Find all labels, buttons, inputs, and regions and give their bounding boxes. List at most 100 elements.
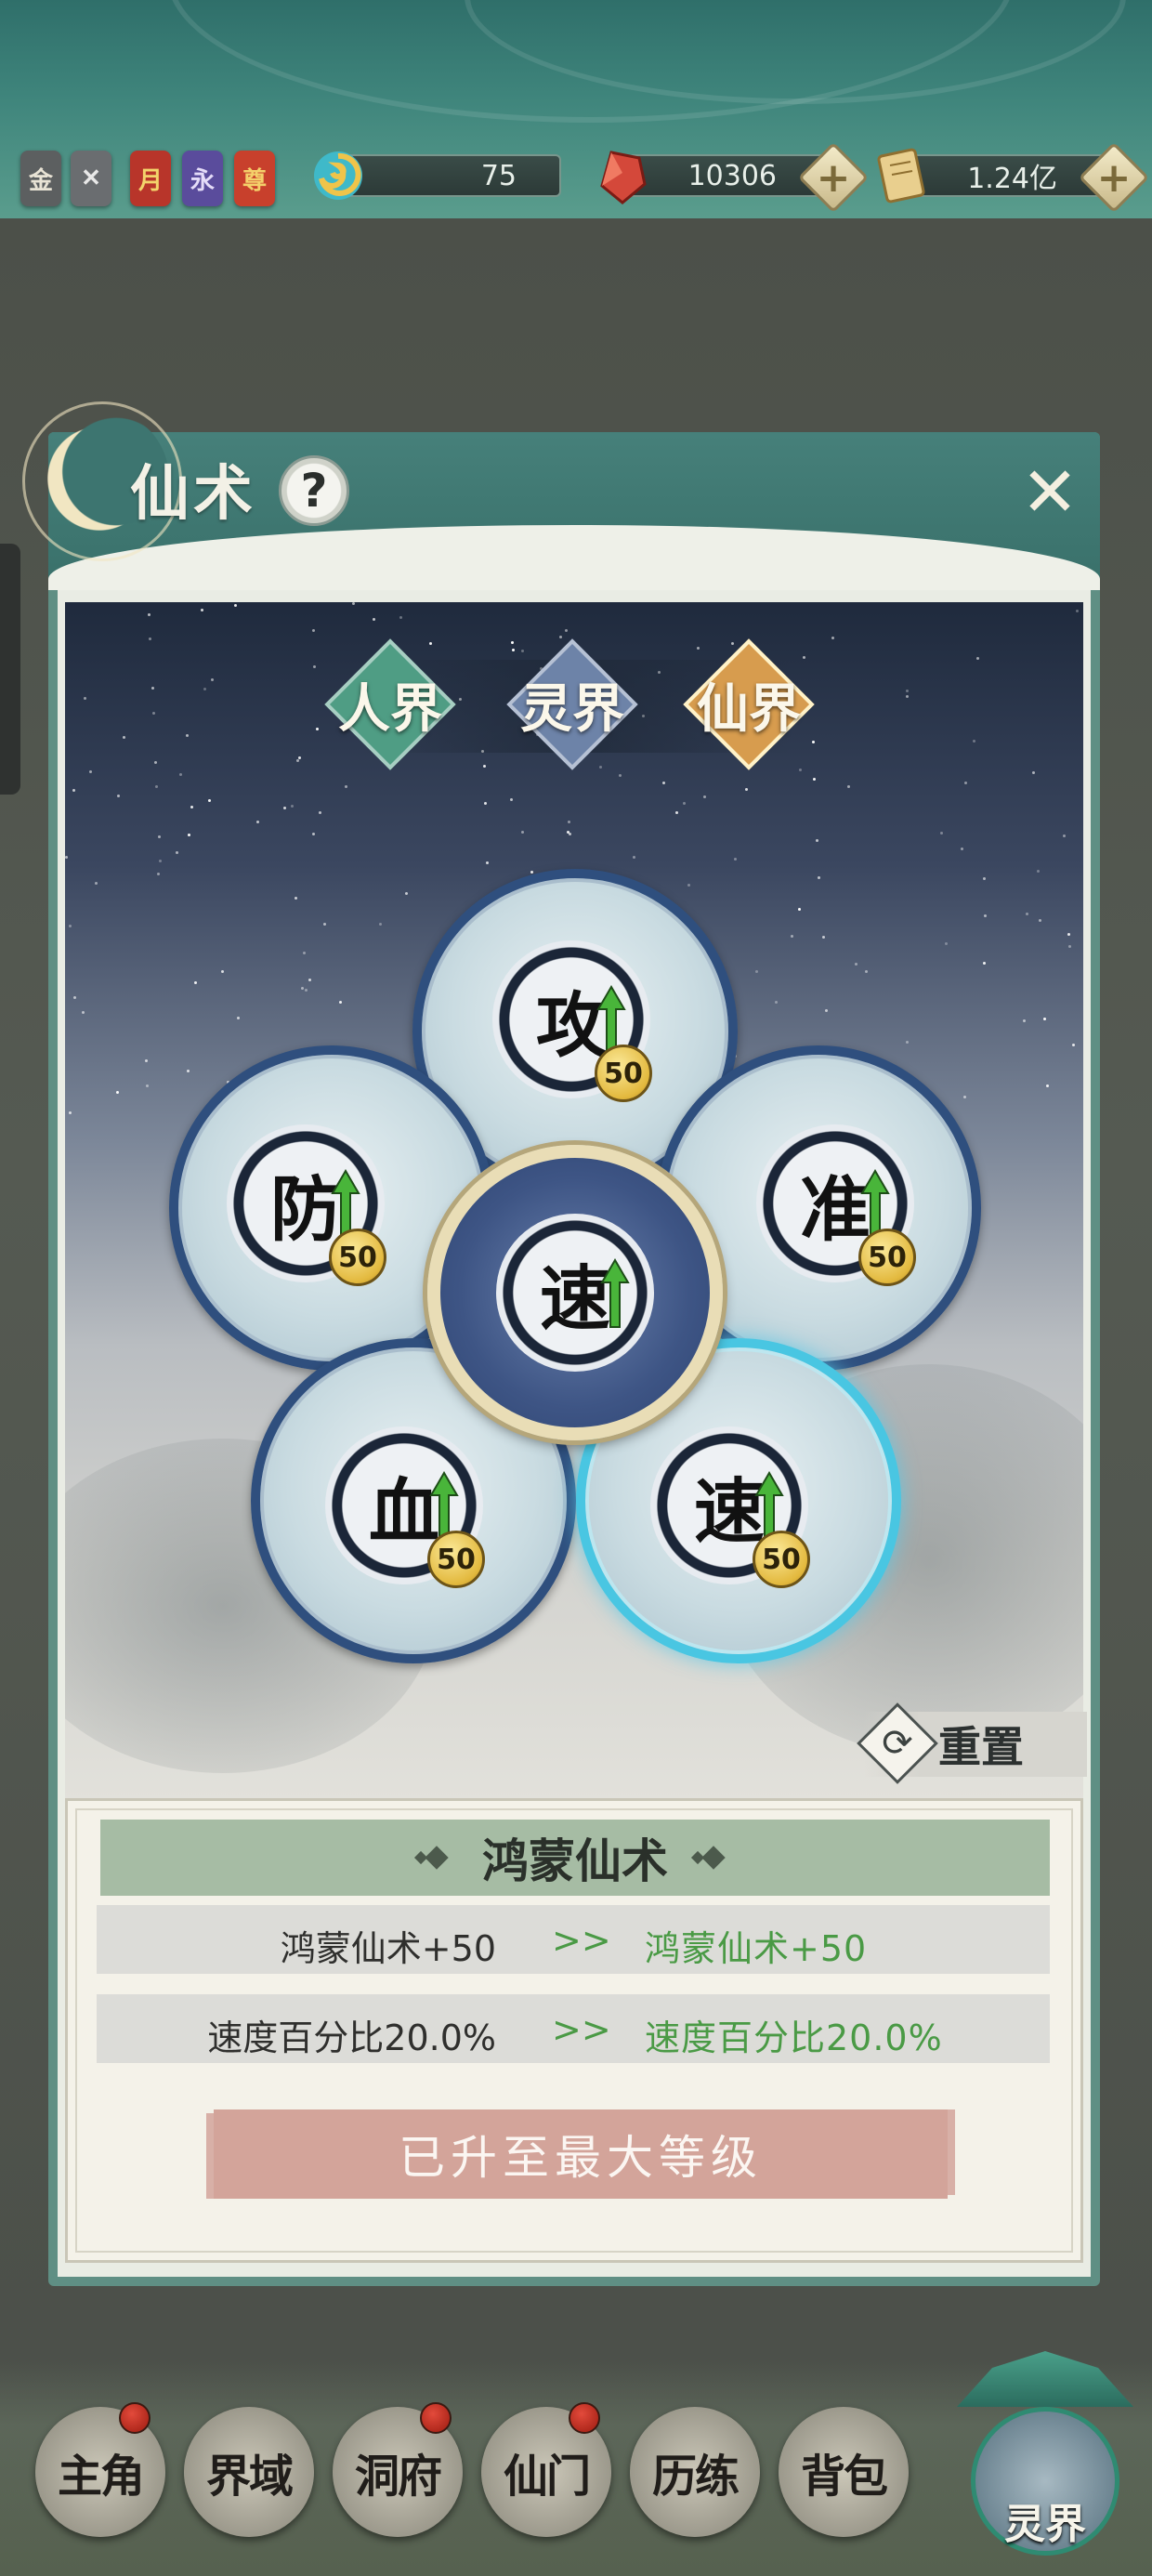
star-decor bbox=[237, 1016, 241, 1019]
star-decor bbox=[1063, 834, 1067, 837]
star-decor bbox=[300, 987, 304, 991]
center-core-node[interactable]: 速 bbox=[427, 1145, 723, 1440]
star-decor bbox=[568, 820, 571, 823]
star-decor bbox=[521, 831, 525, 834]
star-decor bbox=[906, 1041, 910, 1045]
star-decor bbox=[791, 934, 794, 938]
notification-dot bbox=[420, 2402, 452, 2434]
tab-immortal-realm[interactable]: 仙界 bbox=[683, 638, 815, 770]
reset-button[interactable]: ⟳ 重置 bbox=[857, 1702, 1087, 1784]
star-decor bbox=[187, 1070, 190, 1073]
nav-training[interactable]: 历练 bbox=[630, 2407, 760, 2537]
star-decor bbox=[1023, 1019, 1027, 1023]
upgrade-arrow-icon bbox=[600, 1258, 630, 1328]
star-decor bbox=[94, 881, 98, 885]
star-decor bbox=[151, 687, 154, 690]
star-decor bbox=[158, 860, 162, 863]
stat-row: 速度百分比20.0% >> 速度百分比20.0% bbox=[97, 1994, 1050, 2063]
star-decor bbox=[960, 847, 963, 850]
star-decor bbox=[962, 1095, 966, 1098]
buff-forever-card-icon[interactable]: 永 bbox=[182, 151, 223, 206]
star-decor bbox=[662, 782, 666, 785]
close-icon[interactable]: ✕ bbox=[1013, 453, 1087, 532]
star-decor bbox=[632, 855, 635, 859]
star-decor bbox=[1067, 932, 1071, 936]
star-decor bbox=[486, 861, 490, 864]
star-decor bbox=[144, 1059, 148, 1063]
star-decor bbox=[982, 961, 986, 965]
refresh-icon: ⟳ bbox=[857, 1702, 938, 1784]
spiral-jade-icon bbox=[314, 151, 362, 200]
buff-zun-card-icon[interactable]: 尊 bbox=[234, 151, 275, 206]
star-decor bbox=[976, 656, 980, 660]
star-decor bbox=[484, 801, 488, 805]
star-decor bbox=[122, 735, 125, 739]
nav-backpack[interactable]: 背包 bbox=[779, 2407, 909, 2537]
star-decor bbox=[203, 688, 206, 691]
add-spirit-stone-button[interactable]: + bbox=[797, 141, 870, 214]
star-decor bbox=[821, 935, 825, 939]
star-decor bbox=[373, 617, 376, 621]
buff-gold-icon[interactable]: 金 bbox=[20, 151, 61, 206]
stat-arrow: >> bbox=[552, 1920, 611, 1961]
skill-node-accuracy[interactable]: 准 50 bbox=[756, 1124, 916, 1286]
star-decor bbox=[1076, 609, 1080, 612]
star-decor bbox=[303, 952, 307, 955]
star-decor bbox=[117, 794, 121, 797]
tab-label: 灵界 bbox=[520, 677, 624, 740]
skill-node-speed[interactable]: 速 50 bbox=[650, 1426, 810, 1588]
stamina-counter: 75 bbox=[342, 154, 561, 197]
star-decor bbox=[200, 609, 203, 612]
diamond-ornament-icon bbox=[425, 1846, 449, 1870]
star-decor bbox=[619, 774, 622, 778]
star-decor bbox=[734, 858, 738, 861]
star-decor bbox=[210, 678, 214, 682]
star-decor bbox=[939, 832, 943, 835]
star-decor bbox=[73, 995, 77, 999]
max-level-button[interactable]: 已升至最大等级 bbox=[214, 2109, 948, 2199]
skill-node-attack[interactable]: 攻 50 bbox=[492, 940, 652, 1102]
stamina-value: 75 bbox=[480, 159, 517, 192]
star-decor bbox=[148, 612, 151, 616]
skill-name-header: 鸿蒙仙术 bbox=[100, 1820, 1050, 1896]
panel-title: 仙术 bbox=[130, 459, 256, 529]
side-drawer-handle[interactable] bbox=[0, 544, 20, 795]
red-crystal-icon bbox=[600, 151, 647, 204]
star-decor bbox=[89, 770, 93, 774]
tab-human-realm[interactable]: 人界 bbox=[324, 638, 456, 770]
star-decor bbox=[311, 833, 315, 836]
star-decor bbox=[831, 637, 835, 640]
level-badge: 50 bbox=[427, 1531, 485, 1588]
star-decor bbox=[155, 785, 159, 789]
realm-travel-button[interactable]: 灵界 bbox=[957, 2351, 1133, 2565]
star-decor bbox=[774, 1000, 778, 1004]
star-decor bbox=[818, 876, 821, 880]
star-decor bbox=[295, 896, 298, 900]
star-decor bbox=[221, 969, 225, 973]
star-decor bbox=[256, 820, 260, 823]
star-decor bbox=[65, 855, 69, 859]
add-scroll-currency-button[interactable]: + bbox=[1078, 141, 1150, 214]
star-decor bbox=[323, 922, 327, 926]
star-decor bbox=[865, 970, 869, 974]
star-decor bbox=[687, 883, 690, 887]
help-icon[interactable]: ? bbox=[279, 455, 349, 526]
skill-node-defense[interactable]: 防 50 bbox=[227, 1124, 386, 1286]
star-decor bbox=[296, 758, 300, 762]
star-decor bbox=[799, 769, 803, 772]
star-decor bbox=[1067, 944, 1071, 948]
star-decor bbox=[175, 850, 178, 854]
tab-spirit-realm[interactable]: 灵界 bbox=[506, 638, 638, 770]
nav-domain[interactable]: 界域 bbox=[184, 2407, 314, 2537]
star-decor bbox=[825, 1009, 829, 1013]
buff-month-card-icon[interactable]: 月 bbox=[130, 151, 171, 206]
pavilion-roof-icon bbox=[957, 2351, 1133, 2407]
header-wave-decor bbox=[48, 525, 1100, 590]
star-decor bbox=[984, 913, 988, 917]
core-skill-speed: 速 bbox=[496, 1214, 654, 1372]
star-decor bbox=[482, 764, 486, 768]
skill-node-health[interactable]: 血 50 bbox=[325, 1426, 485, 1588]
star-decor bbox=[282, 807, 286, 810]
buff-x-icon[interactable]: ✕ bbox=[71, 151, 111, 206]
star-decor bbox=[352, 602, 356, 605]
